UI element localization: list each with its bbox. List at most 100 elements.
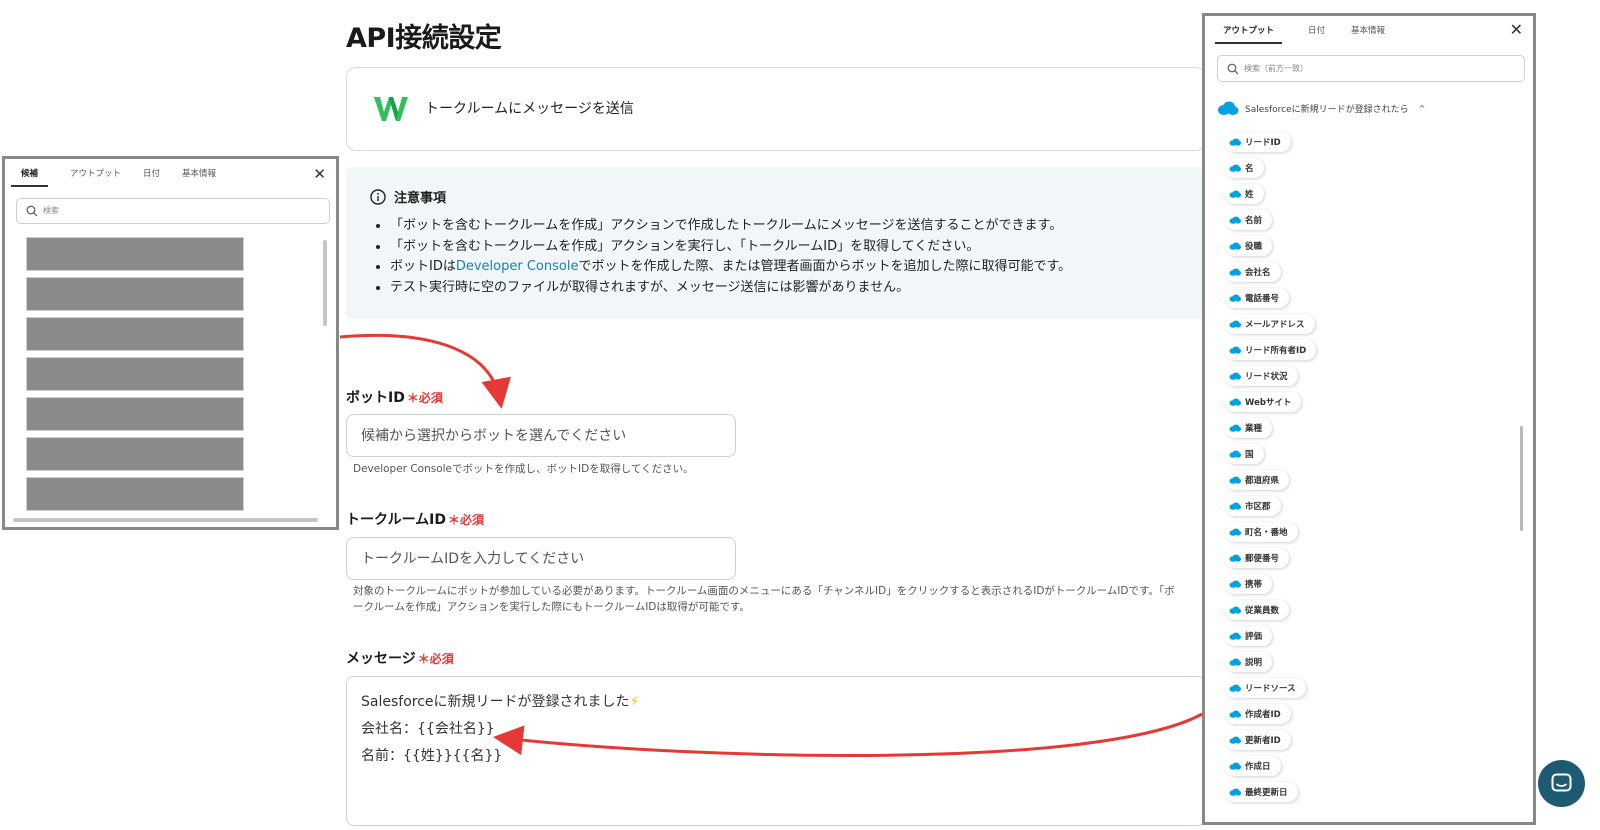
- tab-output[interactable]: アウトプット: [1215, 24, 1283, 44]
- list-item: 会社名: [1225, 259, 1316, 285]
- search-icon: [26, 205, 38, 217]
- list-item[interactable]: [26, 437, 244, 471]
- list-item[interactable]: [26, 397, 244, 431]
- output-item-list: リードID 名姓名前役職会社名電話番号メールアドレス リード所有者ID リード状況 We…: [1225, 129, 1317, 805]
- output-chip[interactable]: リードソース: [1225, 678, 1306, 698]
- vertical-scrollbar[interactable]: [323, 240, 327, 326]
- list-item: Webサイト: [1225, 389, 1316, 415]
- developer-console-link[interactable]: Developer Console: [456, 259, 579, 274]
- list-item: 都道府県: [1225, 467, 1316, 493]
- output-chip[interactable]: 姓: [1225, 184, 1264, 204]
- bot-id-hint: Developer Consoleでボットを作成し、ボットIDを取得してください…: [353, 463, 694, 475]
- output-chip[interactable]: 作成日: [1225, 756, 1281, 776]
- list-item: 最終更新日: [1225, 779, 1316, 805]
- tab-output[interactable]: アウトプット: [70, 167, 121, 187]
- salesforce-cloud-icon: [1229, 320, 1241, 328]
- output-chip[interactable]: 説明: [1225, 652, 1273, 672]
- salesforce-cloud-icon: [1229, 476, 1241, 484]
- output-chip[interactable]: 業種: [1225, 418, 1273, 438]
- output-chip[interactable]: リード状況: [1225, 366, 1298, 386]
- salesforce-cloud-icon: [1229, 242, 1241, 250]
- salesforce-cloud-icon: [1229, 450, 1241, 458]
- search-icon: [1227, 63, 1239, 75]
- output-chip[interactable]: 国: [1225, 444, 1264, 464]
- bot-id-input[interactable]: [346, 414, 736, 457]
- chevron-up-icon[interactable]: ^: [1419, 104, 1426, 113]
- output-chip[interactable]: 電話番号: [1225, 288, 1290, 308]
- list-item: リードソース: [1225, 675, 1316, 701]
- output-chip[interactable]: 評価: [1225, 626, 1273, 646]
- salesforce-cloud-icon: [1229, 346, 1241, 354]
- output-chip[interactable]: 更新者ID: [1225, 730, 1291, 750]
- message-textarea[interactable]: Salesforceに新規リードが登録されました⚡ 会社名：{{会社名}} 名前…: [346, 676, 1206, 826]
- list-item: 作成日: [1225, 753, 1316, 779]
- list-item: メールアドレス: [1225, 311, 1316, 337]
- group-label: Salesforceに新規リードが登録されたら: [1245, 105, 1409, 115]
- candidates-list: [26, 237, 244, 517]
- candidates-panel: 候補 アウトプット 日付 基本情報 ✕ 検索: [2, 156, 339, 530]
- list-item: 名: [1225, 155, 1316, 181]
- list-item: 郵便番号: [1225, 545, 1316, 571]
- output-chip[interactable]: 市区郡: [1225, 496, 1281, 516]
- horizontal-scrollbar[interactable]: [13, 518, 318, 522]
- output-chip[interactable]: 名: [1225, 158, 1264, 178]
- salesforce-cloud-icon: [1229, 580, 1241, 588]
- tab-candidates[interactable]: 候補: [11, 167, 49, 187]
- output-chip[interactable]: リードID: [1225, 132, 1291, 152]
- talkroom-id-label: トークルームID ＊必須: [346, 512, 485, 528]
- close-icon[interactable]: ✕: [313, 165, 326, 183]
- list-item[interactable]: [26, 237, 244, 271]
- salesforce-cloud-icon: [1229, 424, 1241, 432]
- list-item: 名前: [1225, 207, 1316, 233]
- salesforce-trigger-group[interactable]: Salesforceに新規リードが登録されたら ^: [1217, 101, 1425, 116]
- output-chip[interactable]: 携帯: [1225, 574, 1273, 594]
- output-search-input[interactable]: 検索（前方一致）: [1217, 55, 1525, 82]
- list-item[interactable]: [26, 357, 244, 391]
- notice-list: 「ボットを含むトークルームを作成」アクションで作成したトークルームにメッセージを…: [370, 216, 1182, 298]
- info-icon: [370, 188, 386, 205]
- tab-basic-info[interactable]: 基本情報: [1351, 24, 1385, 44]
- chat-button[interactable]: [1538, 760, 1585, 807]
- output-chip[interactable]: 作成者ID: [1225, 704, 1291, 724]
- output-chip[interactable]: 役職: [1225, 236, 1273, 256]
- salesforce-cloud-icon: [1229, 216, 1241, 224]
- output-chip[interactable]: 従業員数: [1225, 600, 1290, 620]
- list-item[interactable]: [26, 277, 244, 311]
- output-chip[interactable]: Webサイト: [1225, 392, 1302, 412]
- output-chip[interactable]: リード所有者ID: [1225, 340, 1317, 360]
- salesforce-cloud-icon: [1229, 762, 1241, 770]
- vertical-scrollbar[interactable]: [1520, 426, 1523, 531]
- notice-item: 「ボットを含むトークルームを作成」アクションで作成したトークルームにメッセージを…: [390, 216, 1182, 237]
- tab-date[interactable]: 日付: [143, 167, 160, 187]
- output-chip[interactable]: 都道府県: [1225, 470, 1290, 490]
- list-item: 従業員数: [1225, 597, 1316, 623]
- list-item: 電話番号: [1225, 285, 1316, 311]
- action-card[interactable]: トークルームにメッセージを送信: [346, 67, 1206, 151]
- talkroom-id-input[interactable]: [346, 537, 736, 580]
- lightning-icon: ⚡: [629, 694, 640, 710]
- output-chip[interactable]: 郵便番号: [1225, 548, 1290, 568]
- list-item[interactable]: [26, 317, 244, 351]
- line-works-logo-icon: [374, 97, 408, 121]
- required-badge: ＊必須: [417, 652, 454, 666]
- output-chip[interactable]: 最終更新日: [1225, 782, 1298, 802]
- output-chip[interactable]: 名前: [1225, 210, 1273, 230]
- output-chip[interactable]: 町名・番地: [1225, 522, 1298, 542]
- salesforce-cloud-icon: [1218, 101, 1239, 115]
- output-chip[interactable]: 会社名: [1225, 262, 1281, 282]
- output-chip[interactable]: メールアドレス: [1225, 314, 1315, 334]
- message-label: メッセージ ＊必須: [346, 651, 454, 667]
- list-item[interactable]: [26, 477, 244, 511]
- candidates-search-input[interactable]: 検索: [16, 198, 330, 224]
- list-item: 町名・番地: [1225, 519, 1316, 545]
- salesforce-cloud-icon: [1229, 684, 1241, 692]
- page-title: API接続設定: [346, 23, 502, 54]
- list-item: 業種: [1225, 415, 1316, 441]
- tab-date[interactable]: 日付: [1308, 24, 1325, 44]
- close-icon[interactable]: ✕: [1510, 20, 1523, 39]
- talkroom-id-hint: 対象のトークルームにボットが参加している必要があります。トークルーム画面のメニュ…: [353, 585, 1175, 613]
- chat-icon: [1551, 773, 1572, 792]
- salesforce-cloud-icon: [1229, 294, 1241, 302]
- tab-basic-info[interactable]: 基本情報: [182, 167, 216, 187]
- salesforce-cloud-icon: [1229, 736, 1241, 744]
